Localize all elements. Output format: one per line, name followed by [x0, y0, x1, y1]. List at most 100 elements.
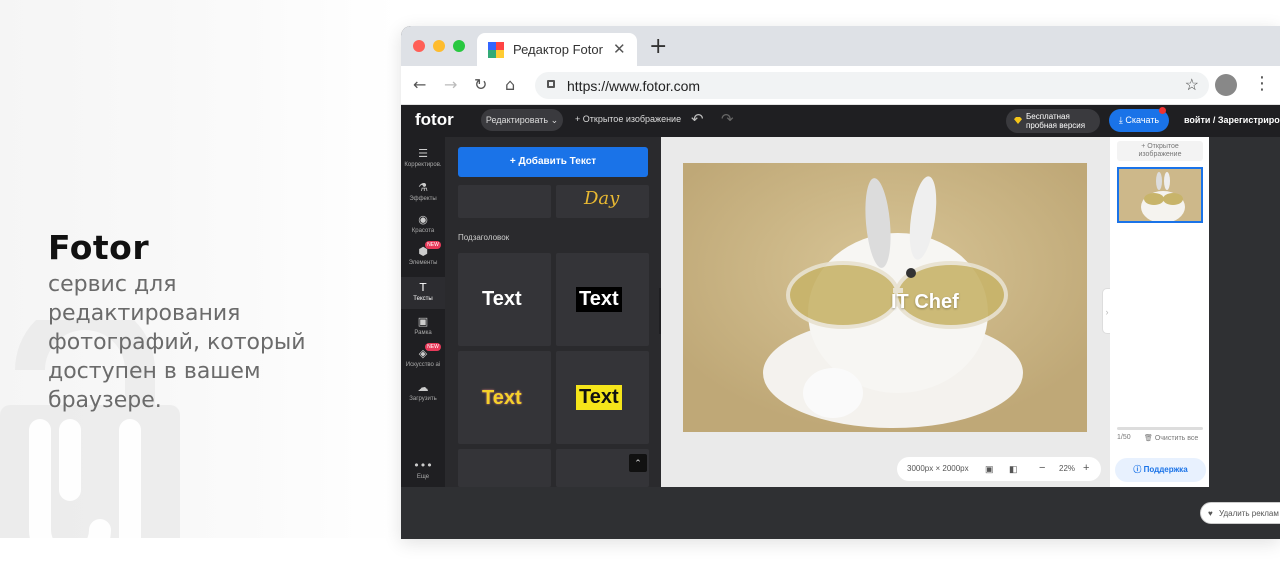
- help-icon: ⓘ: [1133, 465, 1142, 474]
- text-icon: T: [419, 281, 427, 294]
- rail-item-elements[interactable]: ⬢ Элементы NEW: [401, 241, 445, 273]
- storage-progress: [1117, 427, 1203, 430]
- text-style-tile[interactable]: Text: [556, 351, 649, 444]
- text-sample-yellow: Text: [482, 387, 522, 409]
- minimize-window-button[interactable]: [433, 40, 445, 52]
- support-button[interactable]: ⓘ Поддержка: [1115, 458, 1206, 482]
- diamond-icon: [1014, 117, 1022, 124]
- download-icon: ⤓: [1118, 115, 1123, 125]
- rail-item-label: Эффекты: [409, 196, 437, 202]
- zoom-in-button[interactable]: +: [1083, 462, 1089, 474]
- adjust-icon: ☰: [418, 147, 428, 160]
- open-image-button[interactable]: + Открытое изображение: [575, 114, 681, 124]
- text-style-tile[interactable]: Text: [458, 253, 551, 346]
- fotor-toolbar: fotor Редактировать ⌄ + Открытое изображ…: [401, 105, 1280, 137]
- notification-badge: [1159, 107, 1166, 114]
- open-image-right-line2: изображение: [1138, 151, 1182, 158]
- bottom-band: [0, 538, 1280, 584]
- rail-item-upload[interactable]: ☁ Загрузить: [401, 377, 445, 409]
- rail-item-beauty[interactable]: ◉ Красота: [401, 209, 445, 241]
- rail-item-label: Загрузить: [409, 396, 437, 402]
- menu-dots-icon[interactable]: ⋮: [1253, 73, 1271, 94]
- lock-icon: [547, 80, 555, 88]
- tab-title: Редактор Fotor: [513, 42, 603, 57]
- add-text-button[interactable]: + Добавить Текст: [458, 147, 648, 177]
- editor-canvas: IT Chef 3000px × 2000px ▣ ◧ − 22% +: [661, 137, 1110, 487]
- rail-item-text[interactable]: T Тексты: [401, 277, 445, 309]
- open-image-right-line1: + Открытое: [1141, 143, 1179, 150]
- text-style-tile[interactable]: Text: [458, 351, 551, 444]
- redo-icon[interactable]: ↷: [721, 110, 734, 128]
- free-trial-button[interactable]: Бесплатная пробная версия: [1006, 109, 1100, 133]
- more-icon: •••: [413, 459, 433, 472]
- remove-ads-button[interactable]: ♥ Удалить реклам: [1200, 502, 1280, 524]
- maximize-window-button[interactable]: [453, 40, 465, 52]
- bookmark-star-icon[interactable]: ☆: [1185, 75, 1199, 95]
- login-link[interactable]: войти / Зарегистрирова: [1184, 115, 1280, 125]
- undo-icon[interactable]: ↶: [691, 110, 704, 128]
- download-label: Скачать: [1125, 115, 1160, 125]
- text-sample-white: Text: [482, 288, 522, 310]
- rail-item-more[interactable]: ••• Еще: [401, 455, 445, 487]
- compare-icon[interactable]: ◧: [1009, 464, 1018, 475]
- rabbit-photo[interactable]: IT Chef: [683, 163, 1087, 432]
- clear-all-button[interactable]: 🗑 Очистить все: [1144, 434, 1198, 442]
- clear-all-label: Очистить все: [1154, 435, 1199, 442]
- tab-fotor[interactable]: Редактор Fotor ✕: [477, 33, 637, 66]
- forward-icon[interactable]: →: [444, 75, 457, 94]
- tab-bar: Редактор Fotor ✕ +: [401, 26, 1280, 66]
- promo-block: Fotor сервис для редактирования фотограф…: [48, 230, 348, 415]
- zoom-level[interactable]: 22%: [1059, 464, 1075, 473]
- upload-icon: ☁: [417, 381, 429, 394]
- image-thumbnail[interactable]: [1117, 167, 1203, 223]
- image-dimensions: 3000px × 2000px: [907, 464, 969, 473]
- trash-icon: 🗑: [1144, 435, 1153, 442]
- rabbit-illustration: [683, 163, 1087, 432]
- rail-item-ai-art[interactable]: ◈ Искусство ai NEW: [401, 343, 445, 375]
- right-panel: + Открытое изображение 1/50 🗑 Очистить в…: [1110, 137, 1209, 487]
- reload-icon[interactable]: ↻: [474, 75, 487, 94]
- rail-item-label: Искусство ai: [405, 362, 441, 368]
- text-sample-black-bg: Text: [576, 287, 622, 312]
- zoom-out-button[interactable]: −: [1039, 462, 1045, 474]
- text-sample-yellow-bg: Text: [576, 385, 622, 410]
- close-window-button[interactable]: [413, 40, 425, 52]
- text-style-tile[interactable]: Day: [556, 185, 649, 218]
- url-field[interactable]: https://www.fotor.com ☆: [535, 72, 1209, 99]
- effects-icon: ⚗: [418, 181, 428, 194]
- fit-image-icon[interactable]: ▣: [985, 464, 994, 475]
- rail-item-label: Красота: [411, 228, 435, 234]
- overlay-text[interactable]: IT Chef: [891, 291, 959, 314]
- profile-avatar[interactable]: [1215, 74, 1237, 96]
- fotor-favicon-icon: [488, 42, 504, 58]
- image-count: 1/50: [1117, 434, 1131, 441]
- subheading-label: Подзаголовок: [458, 233, 510, 242]
- rail-item-effects[interactable]: ⚗ Эффекты: [401, 177, 445, 209]
- rail-item-frame[interactable]: ▣ Рамка: [401, 311, 445, 343]
- rail-item-label: Тексты: [413, 296, 433, 302]
- diamond-small-icon: ♥: [1208, 509, 1213, 518]
- text-style-tile[interactable]: Text: [556, 253, 649, 346]
- fotor-logo[interactable]: fotor: [415, 110, 454, 130]
- new-badge: NEW: [425, 241, 441, 249]
- edit-dropdown-button[interactable]: Редактировать ⌄: [481, 109, 563, 131]
- text-style-tile[interactable]: [458, 185, 551, 218]
- home-icon[interactable]: ⌂: [505, 75, 515, 94]
- ad-area: [1209, 137, 1280, 487]
- rail-item-label: Элементы: [408, 260, 438, 266]
- tab-close-icon[interactable]: ✕: [613, 40, 626, 58]
- back-icon[interactable]: ←: [413, 75, 426, 94]
- scroll-top-icon[interactable]: ⌃: [629, 454, 647, 472]
- thumbnail-illustration: [1119, 169, 1201, 221]
- address-bar-row: ← → ↻ ⌂ https://www.fotor.com ☆ ⋮: [401, 66, 1280, 105]
- text-style-tile[interactable]: [458, 449, 551, 487]
- promo-title: Fotor: [48, 228, 150, 267]
- rail-item-adjust[interactable]: ☰ Корректиров.: [401, 143, 445, 175]
- trial-line-1: Бесплатная: [1026, 112, 1070, 121]
- rail-item-label: Корректиров.: [404, 162, 442, 168]
- download-button[interactable]: ⤓ Скачать: [1109, 107, 1169, 132]
- text-panel: + Добавить Текст Day Подзаголовок Text T…: [445, 137, 661, 487]
- open-image-right-button[interactable]: + Открытое изображение: [1117, 141, 1203, 161]
- url-text: https://www.fotor.com: [567, 78, 701, 94]
- new-tab-button[interactable]: +: [649, 34, 667, 59]
